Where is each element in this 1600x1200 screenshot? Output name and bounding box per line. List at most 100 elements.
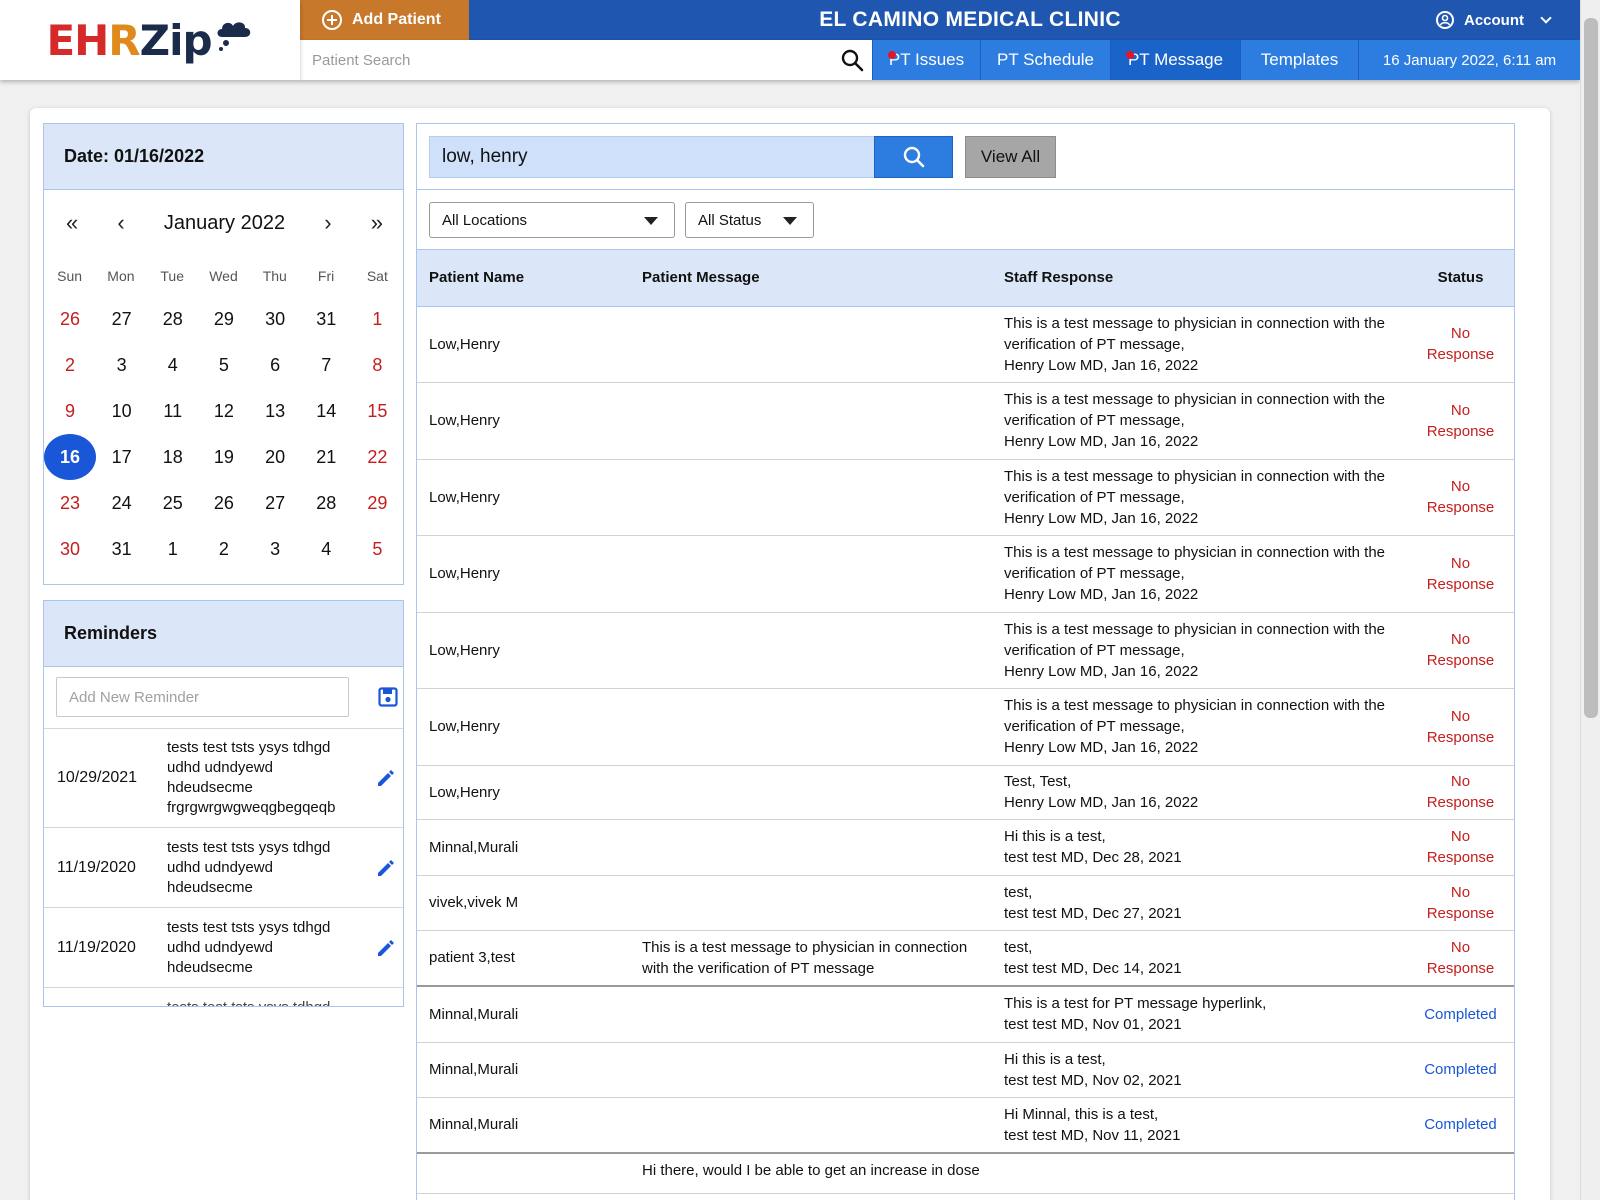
calendar-day[interactable]: 13 — [250, 388, 301, 434]
patient-name-cell[interactable]: Minnal,Murali — [417, 1097, 630, 1154]
status-cell[interactable] — [1407, 1153, 1514, 1194]
status-cell[interactable]: No Response — [1407, 875, 1514, 931]
calendar-day[interactable]: 3 — [250, 526, 301, 572]
next-year-button[interactable]: » — [371, 210, 383, 236]
table-row[interactable]: Low,Henry This is a test message to physi… — [417, 688, 1514, 766]
patient-name-cell[interactable]: Low,Henry — [417, 688, 630, 766]
calendar-day[interactable]: 4 — [147, 342, 198, 388]
search-button[interactable] — [874, 136, 953, 178]
pencil-icon[interactable] — [376, 858, 396, 878]
patient-name-cell[interactable]: Low,Henry — [417, 459, 630, 536]
calendar-day[interactable]: 24 — [96, 480, 147, 526]
calendar-day[interactable]: 9 — [44, 388, 96, 434]
patient-search-input[interactable] — [300, 40, 872, 80]
table-row[interactable]: Low,Henry This is a test message to physi… — [417, 612, 1514, 689]
calendar-day[interactable]: 29 — [198, 296, 249, 342]
table-row[interactable]: Low,Henry This is a test message to physi… — [417, 535, 1514, 613]
calendar-day[interactable]: 27 — [250, 480, 301, 526]
calendar-day[interactable]: 4 — [301, 526, 352, 572]
status-cell[interactable]: No Response — [1407, 765, 1514, 820]
pencil-icon[interactable] — [376, 938, 396, 958]
pencil-icon[interactable] — [376, 768, 396, 788]
patient-name-cell[interactable]: Minnal,Murali — [417, 986, 630, 1043]
tab-pt-message[interactable]: PT Message — [1110, 40, 1240, 80]
patient-name-cell[interactable]: Minnal,Murali — [417, 1042, 630, 1098]
status-cell[interactable]: No Response — [1407, 306, 1514, 383]
calendar-day[interactable]: 30 — [250, 296, 301, 342]
table-row[interactable]: Low,Henry Test, Test, Henry Low MD, Jan 16… — [417, 765, 1514, 820]
patient-name-cell[interactable]: patient 3,test — [417, 930, 630, 987]
calendar-day[interactable]: 15 — [352, 388, 403, 434]
patient-name-cell[interactable]: Low,Henry — [417, 612, 630, 689]
tab-templates[interactable]: Templates — [1240, 40, 1358, 80]
patient-name-search-input[interactable] — [429, 136, 875, 178]
status-cell[interactable]: No Response — [1407, 612, 1514, 689]
view-all-button[interactable]: View All — [965, 136, 1056, 178]
calendar-day[interactable]: 21 — [301, 434, 352, 480]
calendar-day[interactable]: 18 — [147, 434, 198, 480]
calendar-day[interactable]: 31 — [96, 526, 147, 572]
tab-pt-issues[interactable]: PT Issues — [872, 40, 980, 80]
tab-pt-schedule[interactable]: PT Schedule — [980, 40, 1110, 80]
location-filter-select[interactable]: All Locations — [429, 202, 675, 238]
search-icon[interactable] — [840, 48, 864, 72]
calendar-day[interactable]: 26 — [198, 480, 249, 526]
calendar-day[interactable]: 1 — [147, 526, 198, 572]
calendar-day[interactable]: 10 — [96, 388, 147, 434]
table-row[interactable]: Minnal,Murali Hi this is a test, test test… — [417, 819, 1514, 876]
patient-name-cell[interactable]: Low,Henry — [417, 765, 630, 820]
status-cell[interactable]: No Response — [1407, 930, 1514, 987]
patient-name-cell[interactable] — [417, 1153, 630, 1194]
patient-name-cell[interactable]: vivek,vivek M — [417, 875, 630, 931]
add-patient-button[interactable]: Add Patient — [300, 0, 469, 40]
table-row[interactable]: Low,Henry This is a test message to physi… — [417, 459, 1514, 536]
status-cell[interactable]: No Response — [1407, 382, 1514, 460]
calendar-day[interactable]: 27 — [96, 296, 147, 342]
patient-name-cell[interactable]: Low,Henry — [417, 306, 630, 383]
table-row[interactable]: Low,Henry This is a test message to physi… — [417, 306, 1514, 383]
calendar-day[interactable]: 12 — [198, 388, 249, 434]
table-row[interactable]: patient 3,test This is a test message to … — [417, 930, 1514, 987]
table-row[interactable]: vivek,vivek M test, test test MD, Dec 27, … — [417, 875, 1514, 931]
calendar-day[interactable]: 28 — [147, 296, 198, 342]
table-row[interactable]: Minnal,Murali Hi Minnal, this is a test, t… — [417, 1097, 1514, 1154]
patient-name-cell[interactable]: Low,Henry — [417, 535, 630, 613]
prev-month-button[interactable]: ‹ — [117, 210, 124, 236]
status-cell[interactable]: No Response — [1407, 819, 1514, 876]
status-cell[interactable]: Completed — [1407, 1097, 1514, 1154]
calendar-day[interactable]: 3 — [96, 342, 147, 388]
calendar-day[interactable]: 25 — [147, 480, 198, 526]
calendar-day[interactable]: 23 — [44, 480, 96, 526]
calendar-day[interactable]: 20 — [250, 434, 301, 480]
status-cell[interactable]: No Response — [1407, 535, 1514, 613]
calendar-day[interactable]: 29 — [352, 480, 403, 526]
calendar-day[interactable]: 5 — [198, 342, 249, 388]
table-row[interactable]: Minnal,Murali Hi this is a test, test test… — [417, 1042, 1514, 1098]
calendar-day[interactable]: 2 — [198, 526, 249, 572]
calendar-day[interactable]: 22 — [352, 434, 403, 480]
scrollbar-thumb[interactable] — [1584, 18, 1598, 718]
status-cell[interactable]: No Response — [1407, 459, 1514, 536]
calendar-day[interactable]: 17 — [96, 434, 147, 480]
new-reminder-input[interactable] — [56, 677, 349, 717]
save-icon[interactable] — [378, 687, 398, 707]
calendar-day[interactable]: 8 — [352, 342, 403, 388]
account-menu[interactable]: Account — [1436, 0, 1552, 40]
calendar-day[interactable]: 7 — [301, 342, 352, 388]
table-row[interactable]: Minnal,Murali This is a test for PT messa… — [417, 986, 1514, 1043]
page-scrollbar[interactable] — [1580, 0, 1600, 1200]
calendar-day[interactable]: 6 — [250, 342, 301, 388]
next-month-button[interactable]: › — [324, 210, 331, 236]
table-row[interactable]: Hi there, would I be able to get an incr… — [417, 1153, 1514, 1194]
calendar-day[interactable]: 5 — [352, 526, 403, 572]
status-cell[interactable]: Completed — [1407, 1042, 1514, 1098]
logo[interactable]: EH R Zip — [0, 0, 300, 80]
calendar-day[interactable]: 19 — [198, 434, 249, 480]
calendar-day[interactable]: 28 — [301, 480, 352, 526]
calendar-day[interactable]: 14 — [301, 388, 352, 434]
status-filter-select[interactable]: All Status — [685, 202, 814, 238]
calendar-day[interactable]: 1 — [352, 296, 403, 342]
prev-year-button[interactable]: « — [66, 210, 78, 236]
status-cell[interactable]: Completed — [1407, 986, 1514, 1043]
calendar-day[interactable]: 30 — [44, 526, 96, 572]
